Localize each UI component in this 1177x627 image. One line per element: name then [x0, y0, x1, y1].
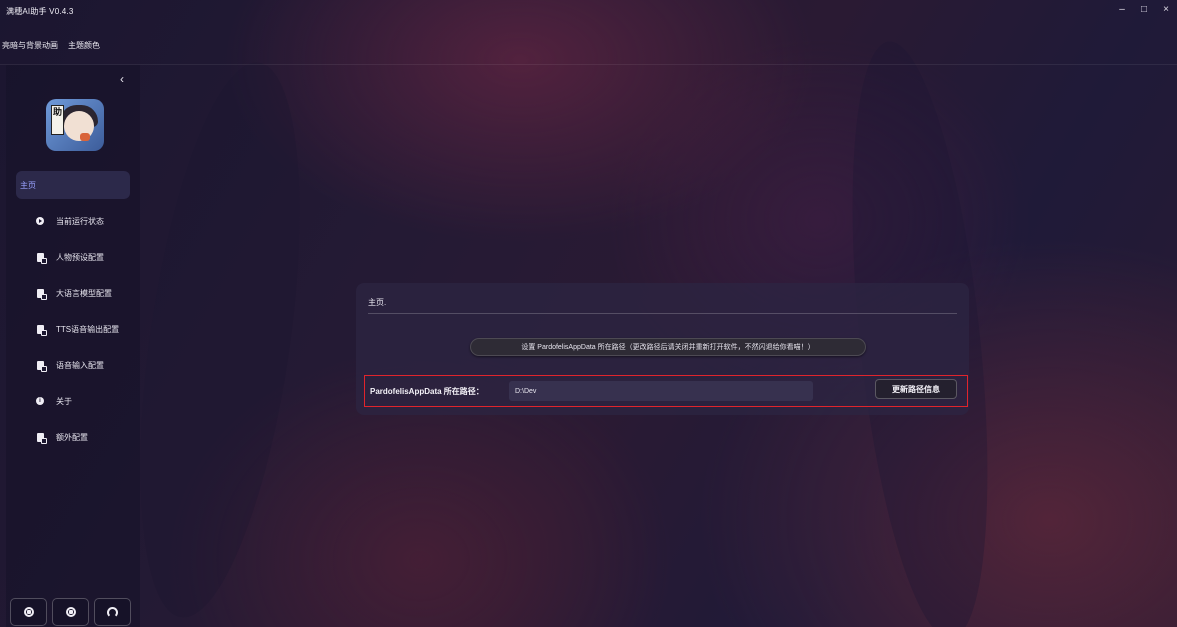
avatar-sign: 助: [51, 105, 64, 135]
avatar: 助: [46, 99, 104, 151]
sidebar-item-status[interactable]: 当前运行状态: [16, 207, 130, 235]
menu-theme-color[interactable]: 主题颜色: [68, 40, 100, 56]
app-title: 满穗AI助手 V0.4.3: [6, 6, 74, 16]
bilibili-icon: [23, 607, 34, 617]
path-hint-tooltip: 设置 PardofelisAppData 所在路径（更改路径后请关闭并重新打开软…: [470, 338, 866, 356]
sidebar-item-voice-input[interactable]: 语音输入配置: [16, 351, 130, 379]
menu-theme-animation[interactable]: 亮暗与背景动画: [2, 40, 58, 56]
update-path-button[interactable]: 更新路径信息: [875, 379, 957, 399]
home-card: 主页. 设置 PardofelisAppData 所在路径（更改路径后请关闭并重…: [356, 283, 969, 415]
window-controls: – □ ×: [1117, 4, 1171, 15]
page-title: 主页.: [368, 298, 387, 307]
divider: [0, 64, 1177, 65]
maximize-icon[interactable]: □: [1139, 4, 1149, 15]
sidebar-item-label: 语音输入配置: [56, 360, 104, 370]
path-input[interactable]: [509, 381, 813, 401]
title-bar: 满穗AI助手 V0.4.3 – □ ×: [0, 0, 1177, 22]
collapse-sidebar-icon[interactable]: ‹: [120, 72, 124, 86]
sidebar-item-tts-config[interactable]: TTS语音输出配置: [16, 315, 130, 343]
sidebar-item-extra-config[interactable]: 额外配置: [16, 423, 130, 451]
play-circle-icon: [36, 217, 44, 225]
sidebar-item-home[interactable]: 主页: [16, 171, 130, 199]
sidebar-item-label: TTS语音输出配置: [56, 324, 120, 334]
sidebar-item-label: 人物预设配置: [56, 252, 104, 262]
bilibili-button[interactable]: [10, 598, 47, 626]
file-settings-icon: [36, 324, 47, 336]
menu-bar: 亮暗与背景动画 主题颜色: [0, 40, 100, 56]
sidebar-item-character-preset[interactable]: 人物预设配置: [16, 243, 130, 271]
avatar-bow: [80, 133, 90, 141]
minimize-icon[interactable]: –: [1117, 4, 1127, 15]
sidebar: ‹ 助 主页 当前运行状态 人物预设配置 大语言模型配置 TTS语音输出配置 语…: [6, 65, 140, 627]
github-button[interactable]: [94, 598, 131, 626]
divider: [368, 313, 957, 314]
bilibili-icon: [65, 607, 76, 617]
sidebar-item-label: 关于: [56, 396, 72, 406]
sidebar-item-label: 额外配置: [56, 432, 88, 442]
file-settings-icon: [36, 432, 47, 444]
close-icon[interactable]: ×: [1161, 4, 1171, 15]
bilibili-button[interactable]: [52, 598, 89, 626]
file-settings-icon: [36, 252, 47, 264]
path-label: PardofelisAppData 所在路径：: [370, 387, 484, 396]
sidebar-item-label: 当前运行状态: [56, 216, 104, 226]
background-streak: [111, 52, 329, 627]
sidebar-item-about[interactable]: i 关于: [16, 387, 130, 415]
sidebar-item-label: 主页: [20, 180, 36, 190]
path-setting-row: PardofelisAppData 所在路径： 更新路径信息: [364, 375, 968, 407]
sidebar-item-llm-config[interactable]: 大语言模型配置: [16, 279, 130, 307]
file-settings-icon: [36, 360, 47, 372]
sidebar-footer: [10, 598, 131, 626]
file-settings-icon: [36, 288, 47, 300]
info-icon: i: [36, 397, 44, 405]
sidebar-item-label: 大语言模型配置: [56, 288, 112, 298]
github-icon: [107, 606, 118, 618]
